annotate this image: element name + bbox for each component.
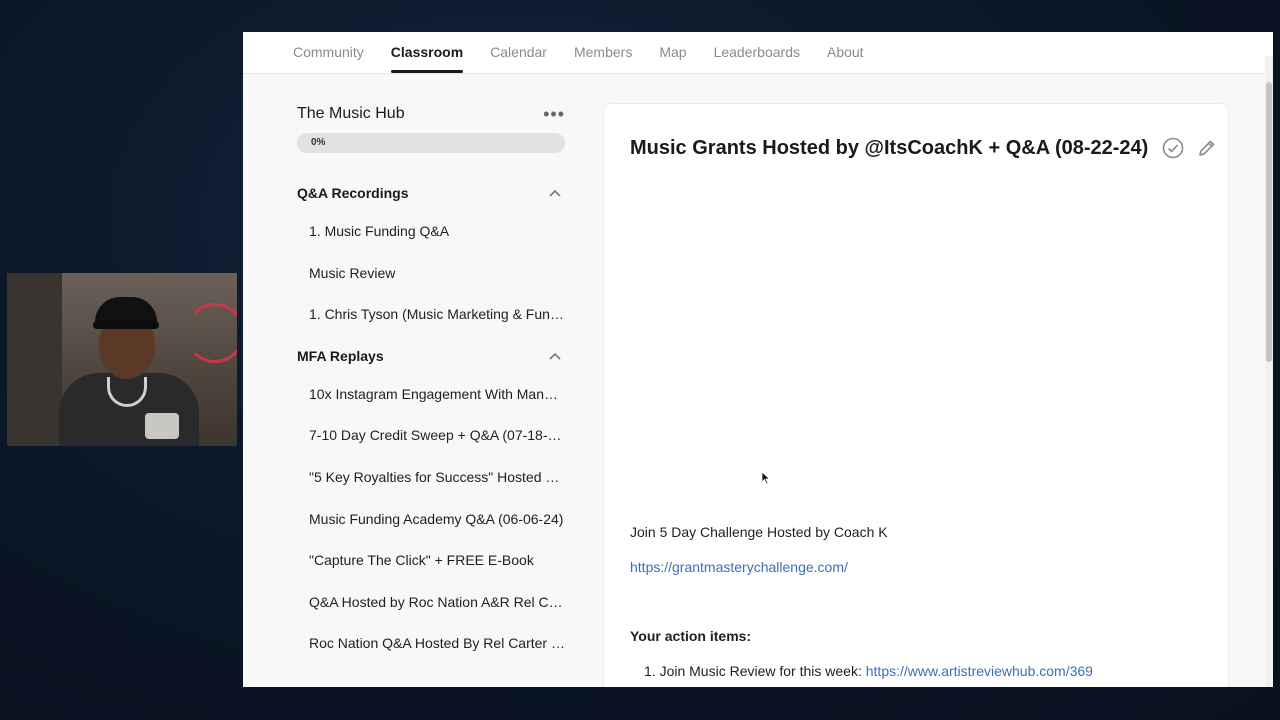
artist-review-link[interactable]: https://www.artistreviewhub.com/369 (866, 663, 1093, 679)
presenter-cap-brim (93, 321, 159, 329)
lesson-item[interactable]: "5 Key Royalties for Success" Hosted by … (297, 457, 565, 499)
lesson-title-row: Music Grants Hosted by @ItsCoachK + Q&A … (630, 136, 1219, 160)
presenter-patch (145, 413, 179, 439)
lesson-item[interactable]: 7-10 Day Credit Sweep + Q&A (07-18-24) (297, 415, 565, 457)
video-player[interactable] (630, 184, 1204, 504)
course-sidebar: The Music Hub ••• 0% Q&A Recordings 1. M… (297, 102, 565, 665)
lesson-item[interactable]: 1. Music Funding Q&A (297, 211, 565, 253)
check-circle-icon[interactable] (1161, 136, 1185, 160)
chevron-up-icon[interactable] (545, 349, 565, 363)
lesson-title: Music Grants Hosted by @ItsCoachK + Q&A … (630, 136, 1149, 159)
tab-leaderboards[interactable]: Leaderboards (714, 44, 800, 73)
tab-map[interactable]: Map (659, 44, 686, 73)
course-progress-bar: 0% (297, 133, 565, 153)
lesson-item[interactable]: Music Review (297, 253, 565, 295)
lesson-item[interactable]: Music Funding Academy Q&A (06-06-24) (297, 499, 565, 541)
lesson-item[interactable]: 1. Chris Tyson (Music Marketing & Fundin… (297, 294, 565, 336)
webcam-background (7, 273, 62, 446)
challenge-text: Join 5 Day Challenge Hosted by Coach K (630, 524, 888, 540)
lesson-content-panel: Music Grants Hosted by @ItsCoachK + Q&A … (603, 103, 1229, 687)
tab-community[interactable]: Community (293, 44, 364, 73)
progress-label: 0% (311, 137, 326, 148)
page-scrollbar-track[interactable] (1265, 56, 1273, 687)
top-navigation: Community Classroom Calendar Members Map… (243, 32, 1273, 74)
lesson-item[interactable]: "Capture The Click" + FREE E-Book (297, 540, 565, 582)
action-item-1: 1. Join Music Review for this week: http… (644, 663, 1093, 679)
challenge-link[interactable]: https://grantmasterychallenge.com/ (630, 559, 848, 575)
tab-about[interactable]: About (827, 44, 864, 73)
lesson-item[interactable]: Q&A Hosted by Roc Nation A&R Rel Carter (297, 582, 565, 624)
lesson-item[interactable]: 10x Instagram Engagement With Manychat (297, 374, 565, 416)
section-qa-recordings[interactable]: Q&A Recordings (297, 175, 565, 211)
lesson-item[interactable]: Roc Nation Q&A Hosted By Rel Carter Part… (297, 623, 565, 665)
page-scrollbar-thumb[interactable] (1266, 82, 1272, 362)
mouse-cursor-icon (761, 471, 771, 490)
action-items-heading: Your action items: (630, 628, 752, 644)
neon-sign (185, 303, 237, 363)
section-title: MFA Replays (297, 347, 384, 364)
section-mfa-replays[interactable]: MFA Replays (297, 338, 565, 374)
tab-members[interactable]: Members (574, 44, 632, 73)
course-header: The Music Hub ••• (297, 102, 565, 126)
action-item-1-text: 1. Join Music Review for this week: (644, 663, 866, 679)
webcam-overlay (7, 273, 237, 446)
browser-window: Community Classroom Calendar Members Map… (243, 32, 1273, 687)
pencil-icon[interactable] (1195, 136, 1219, 160)
section-title: Q&A Recordings (297, 185, 409, 201)
course-title: The Music Hub (297, 105, 405, 122)
tab-calendar[interactable]: Calendar (490, 44, 547, 73)
tab-classroom[interactable]: Classroom (390, 44, 464, 73)
ellipsis-icon[interactable]: ••• (543, 105, 565, 123)
chevron-up-icon[interactable] (545, 186, 565, 200)
